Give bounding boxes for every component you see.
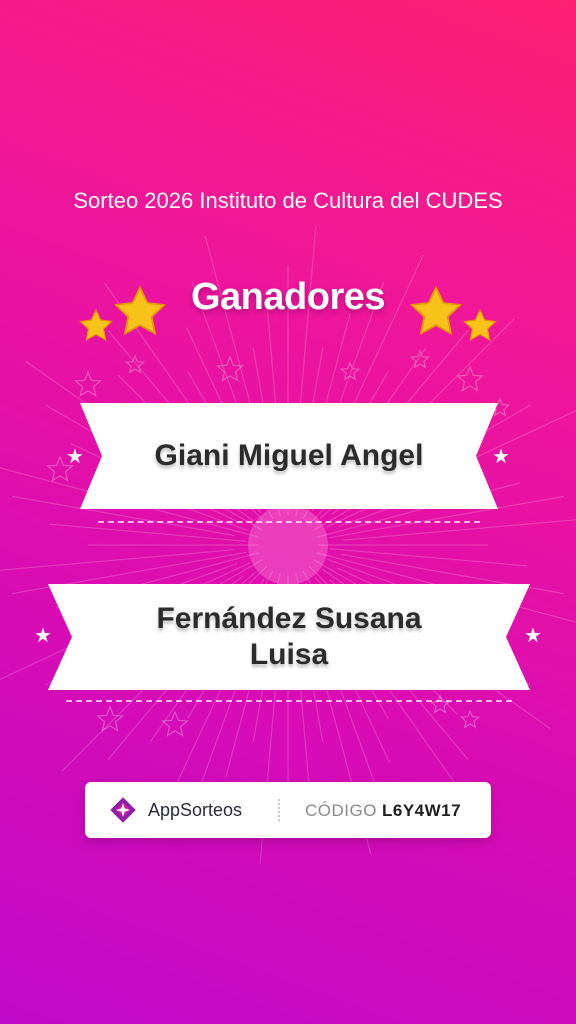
decor-star-icon <box>459 709 481 729</box>
winners-heading: Ganadores <box>190 276 386 318</box>
decor-star-icon <box>96 705 124 732</box>
winner-name: Fernández Susana Luisa <box>156 602 422 671</box>
dashed-divider <box>66 700 512 702</box>
appsorteos-logo-icon <box>110 797 136 823</box>
winners-screen: Sorteo 2026 Instituto de Cultura del CUD… <box>0 0 576 1024</box>
winner-banner: Fernández Susana Luisa <box>44 584 534 690</box>
star-icon: ★ <box>66 446 84 468</box>
star-icon: ★ <box>34 625 52 647</box>
decor-star-icon <box>456 365 484 392</box>
winner-name: Giani Miguel Angel <box>154 439 424 472</box>
decor-star-icon <box>339 361 361 381</box>
brand-name: AppSorteos <box>148 800 243 820</box>
dashed-divider <box>98 521 480 523</box>
raffle-title: Sorteo 2026 Instituto de Cultura del CUD… <box>73 188 503 213</box>
sunburst-background <box>0 226 576 864</box>
decor-star-icon <box>74 370 102 397</box>
star-icon: ★ <box>492 446 510 468</box>
footer-separator <box>278 799 280 821</box>
decor-star-icon <box>161 710 189 737</box>
code-label: CÓDIGO <box>305 801 377 820</box>
footer-card: AppSorteos CÓDIGO L6Y4W17 <box>85 782 491 838</box>
decor-star-icon <box>429 694 451 714</box>
code-value: L6Y4W17 <box>382 801 462 820</box>
winner-banner: Giani Miguel Angel <box>76 403 502 509</box>
star-icon: ★ <box>524 625 542 647</box>
